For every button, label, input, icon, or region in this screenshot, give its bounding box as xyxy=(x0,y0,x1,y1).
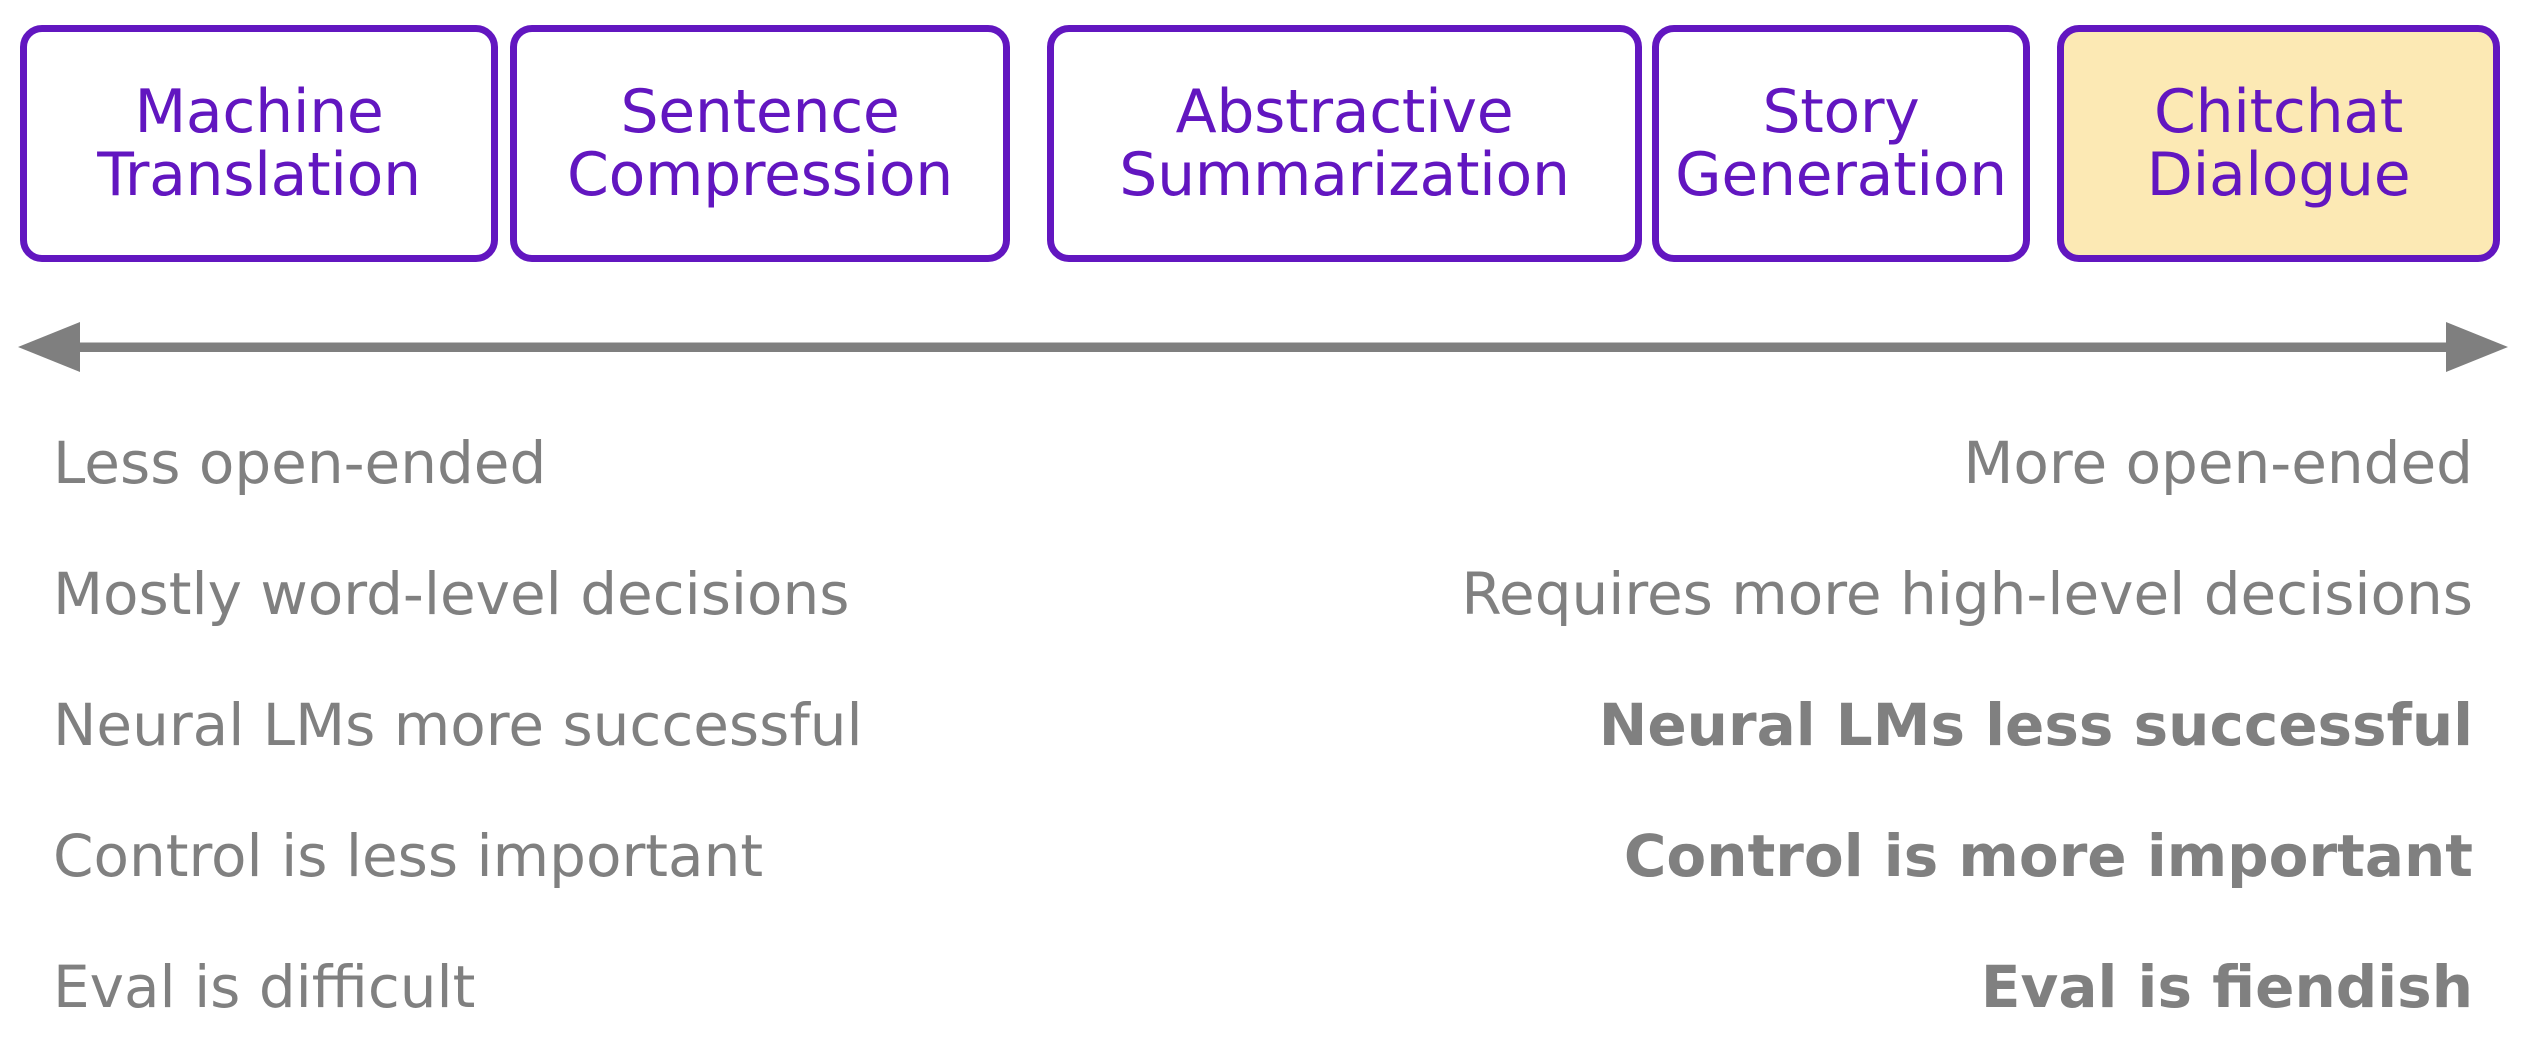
comparison-right-text: Eval is fiendish xyxy=(1980,952,2473,1021)
task-box-chitchat-dialogue[interactable]: Chitchat Dialogue xyxy=(2057,25,2500,262)
spectrum-axis xyxy=(18,308,2508,388)
comparison-left-text: Eval is difficult xyxy=(53,952,476,1021)
comparison-row: Neural LMs more successful Neural LMs le… xyxy=(0,660,2531,791)
comparison-left-text: Less open-ended xyxy=(53,428,547,497)
comparison-right-text: Control is more important xyxy=(1623,821,2473,890)
task-box-label: Abstractive Summarization xyxy=(1119,76,1570,210)
task-spectrum-row: Machine Translation Sentence Compression… xyxy=(0,0,2531,270)
comparison-row: Eval is difficult Eval is fiendish xyxy=(0,922,2531,1053)
comparison-row: Mostly word-level decisions Requires mor… xyxy=(0,529,2531,660)
comparison-row: Less open-ended More open-ended xyxy=(0,398,2531,529)
comparison-row: Control is less important Control is mor… xyxy=(0,791,2531,922)
task-box-label: Story Generation xyxy=(1675,76,2007,210)
comparison-right-text: More open-ended xyxy=(1963,428,2473,497)
task-box-label: Machine Translation xyxy=(97,76,421,210)
task-box-machine-translation[interactable]: Machine Translation xyxy=(20,25,498,262)
comparison-left-text: Control is less important xyxy=(53,821,764,890)
comparison-list: Less open-ended More open-ended Mostly w… xyxy=(0,398,2531,1053)
task-box-abstractive-summarization[interactable]: Abstractive Summarization xyxy=(1047,25,1642,262)
task-box-sentence-compression[interactable]: Sentence Compression xyxy=(510,25,1010,262)
comparison-left-text: Mostly word-level decisions xyxy=(53,559,850,628)
comparison-left-text: Neural LMs more successful xyxy=(53,690,863,759)
task-box-label: Sentence Compression xyxy=(566,76,954,210)
comparison-right-text: Requires more high-level decisions xyxy=(1461,559,2473,628)
comparison-right-text: Neural LMs less successful xyxy=(1598,690,2473,759)
task-box-label: Chitchat Dialogue xyxy=(2146,76,2411,210)
double-arrow-icon xyxy=(18,322,2508,372)
task-box-story-generation[interactable]: Story Generation xyxy=(1652,25,2030,262)
